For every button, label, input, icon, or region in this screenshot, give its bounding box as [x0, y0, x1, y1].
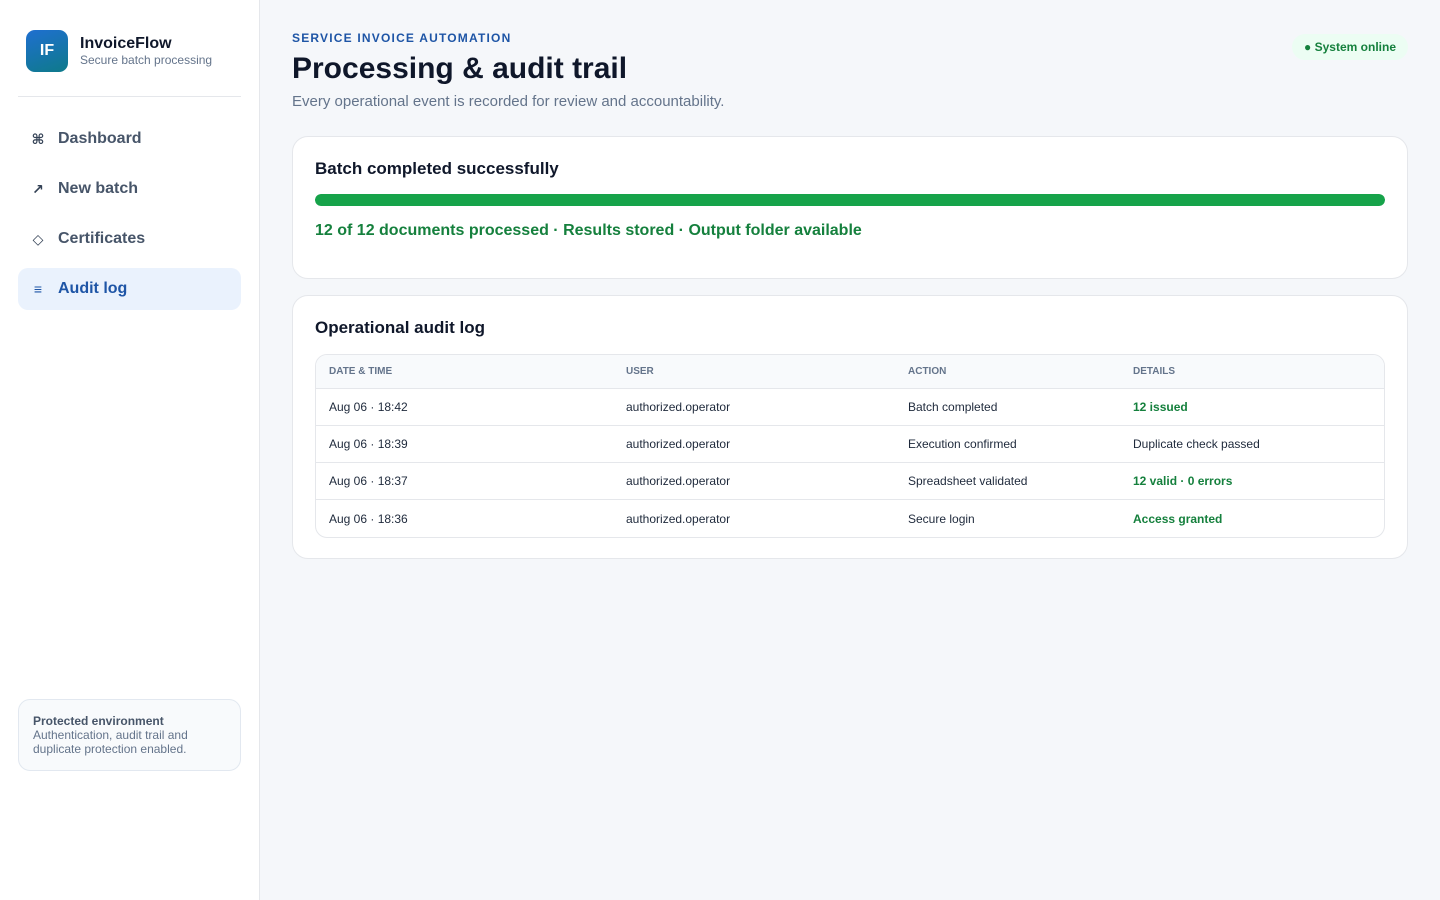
- page-title: Processing & audit trail: [292, 52, 628, 85]
- brand-name: InvoiceFlow: [80, 35, 172, 52]
- progress-bar: [315, 194, 1385, 206]
- sidebar-item-certificates[interactable]: ◇ Certificates: [18, 218, 241, 260]
- cell-user: authorized.operator: [626, 474, 731, 488]
- column-header-datetime[interactable]: DATE & TIME: [316, 366, 626, 377]
- sidebar-item-label: New batch: [58, 180, 139, 197]
- page-subtitle: Every operational event is recorded for …: [292, 93, 725, 110]
- column-header-action[interactable]: ACTION: [908, 366, 1133, 377]
- protected-environment-notice: Protected environment Authentication, au…: [18, 699, 241, 771]
- sidebar: IF InvoiceFlow Secure batch processing ⌘…: [0, 0, 260, 900]
- sidebar-item-dashboard[interactable]: ⌘ Dashboard: [18, 118, 241, 160]
- command-icon: ⌘: [31, 130, 45, 147]
- batch-summary: 12 of 12 documents processed · Results s…: [315, 222, 862, 239]
- sidebar-item-audit-log[interactable]: ≡ Audit log: [18, 268, 241, 310]
- protected-text: Authentication, audit trail and duplicat…: [33, 728, 188, 756]
- sidebar-item-new-batch[interactable]: ↗ New batch: [18, 168, 241, 210]
- table-row[interactable]: Aug 06 · 18:42 authorized.operator Batch…: [316, 389, 1384, 426]
- audit-log-title: Operational audit log: [315, 318, 486, 337]
- list-icon: ≡: [33, 281, 43, 297]
- brand-logo: IF: [26, 30, 68, 72]
- sidebar-item-label: Dashboard: [58, 130, 142, 147]
- brand-tagline: Secure batch processing: [80, 53, 213, 67]
- cell-action: Execution confirmed: [908, 437, 1017, 451]
- arrow-up-right-icon: ↗: [32, 180, 44, 197]
- cell-user: authorized.operator: [626, 400, 731, 414]
- main-content: SERVICE INVOICE AUTOMATION Processing & …: [260, 0, 1440, 900]
- app: IF InvoiceFlow Secure batch processing ⌘…: [0, 0, 1440, 900]
- cell-details: Duplicate check passed: [1133, 437, 1260, 451]
- table-row[interactable]: Aug 06 · 18:39 authorized.operator Execu…: [316, 426, 1384, 463]
- cell-datetime: Aug 06 · 18:42: [329, 400, 408, 414]
- cell-user: authorized.operator: [626, 511, 731, 526]
- batch-status-title: Batch completed successfully: [315, 159, 559, 178]
- table-header: DATE & TIME USER ACTION DETAILS: [316, 355, 1384, 389]
- column-header-user[interactable]: USER: [626, 366, 908, 377]
- progress-bar-fill: [315, 194, 1385, 206]
- cell-action: Spreadsheet validated: [908, 474, 1028, 488]
- sidebar-divider: [18, 96, 241, 97]
- sidebar-item-label: Certificates: [58, 230, 146, 247]
- page-eyebrow: SERVICE INVOICE AUTOMATION: [292, 31, 512, 45]
- cell-details: Access granted: [1133, 511, 1223, 526]
- sidebar-item-label: Audit log: [58, 280, 128, 297]
- batch-status-card: Batch completed successfully 12 of 12 do…: [292, 136, 1408, 279]
- audit-log-card: Operational audit log DATE & TIME USER A…: [292, 295, 1408, 559]
- protected-title: Protected environment: [33, 714, 164, 728]
- audit-log-table: DATE & TIME USER ACTION DETAILS Aug 06 ·…: [315, 354, 1385, 538]
- cell-datetime: Aug 06 · 18:36: [329, 511, 408, 526]
- brand-text: InvoiceFlow Secure batch processing: [80, 34, 212, 68]
- cell-action: Secure login: [908, 511, 975, 526]
- cell-datetime: Aug 06 · 18:39: [329, 437, 408, 451]
- brand[interactable]: IF InvoiceFlow Secure batch processing: [18, 30, 241, 72]
- cell-details: 12 valid · 0 errors: [1133, 474, 1233, 488]
- table-row[interactable]: Aug 06 · 18:37 authorized.operator Sprea…: [316, 463, 1384, 500]
- cell-datetime: Aug 06 · 18:37: [329, 474, 408, 488]
- cell-action: Batch completed: [908, 400, 998, 414]
- cell-details: 12 issued: [1133, 400, 1188, 414]
- table-row[interactable]: Aug 06 · 18:36 authorized.operator Secur…: [316, 500, 1384, 537]
- status-badge: ● System online: [1292, 34, 1408, 60]
- column-header-details[interactable]: DETAILS: [1133, 366, 1384, 377]
- cell-user: authorized.operator: [626, 437, 731, 451]
- diamond-icon: ◇: [32, 230, 44, 247]
- sidebar-nav: ⌘ Dashboard ↗ New batch ◇ Certificates ≡…: [18, 118, 241, 310]
